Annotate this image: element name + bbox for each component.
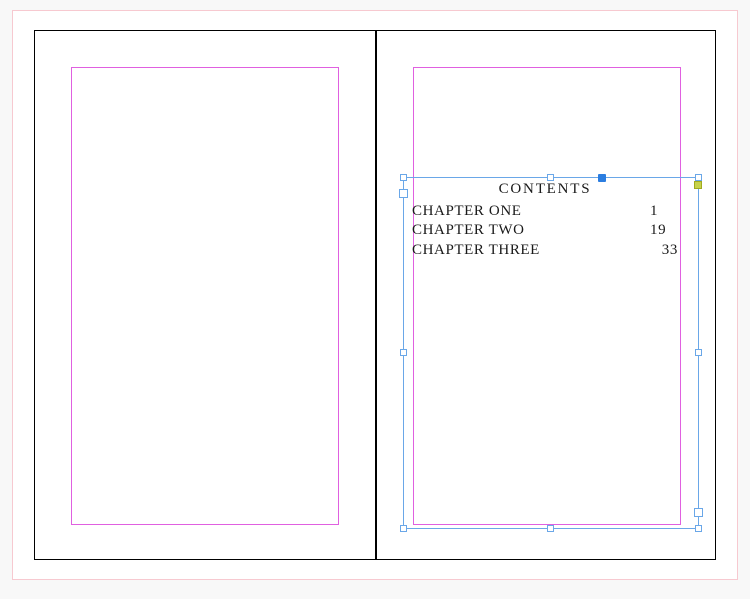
resize-handle-left-middle[interactable] [400,349,407,356]
toc-chapter: CHAPTER ONE [412,202,522,222]
resize-handle-top-middle[interactable] [547,174,554,181]
text-out-port[interactable] [694,508,703,517]
resize-handle-top-right[interactable] [695,174,702,181]
toc-row: CHAPTER TWO 19 [412,221,678,241]
left-page-margin-guide [71,67,339,525]
text-in-port[interactable] [399,189,408,198]
resize-handle-bottom-middle[interactable] [547,525,554,532]
toc-page: 19 [650,221,678,241]
toc-row: CHAPTER ONE 1 [412,202,678,222]
frame-reference-point[interactable] [598,174,606,182]
toc-title: CONTENTS [412,180,678,200]
toc-chapter: CHAPTER TWO [412,221,525,241]
page-spread: CONTENTS CHAPTER ONE 1 CHAPTER TWO 19 CH… [34,30,716,560]
toc-content[interactable]: CONTENTS CHAPTER ONE 1 CHAPTER TWO 19 CH… [412,180,678,260]
spine-divider [375,31,377,559]
frame-anchor-indicator[interactable] [694,181,702,189]
toc-chapter: CHAPTER THREE [412,241,540,261]
resize-handle-right-middle[interactable] [695,349,702,356]
resize-handle-bottom-right[interactable] [695,525,702,532]
toc-text-frame[interactable]: CONTENTS CHAPTER ONE 1 CHAPTER TWO 19 CH… [403,177,699,529]
toc-page: 1 [650,202,678,222]
resize-handle-bottom-left[interactable] [400,525,407,532]
toc-row: CHAPTER THREE 33 [412,241,678,261]
toc-page: 33 [638,241,678,261]
resize-handle-top-left[interactable] [400,174,407,181]
